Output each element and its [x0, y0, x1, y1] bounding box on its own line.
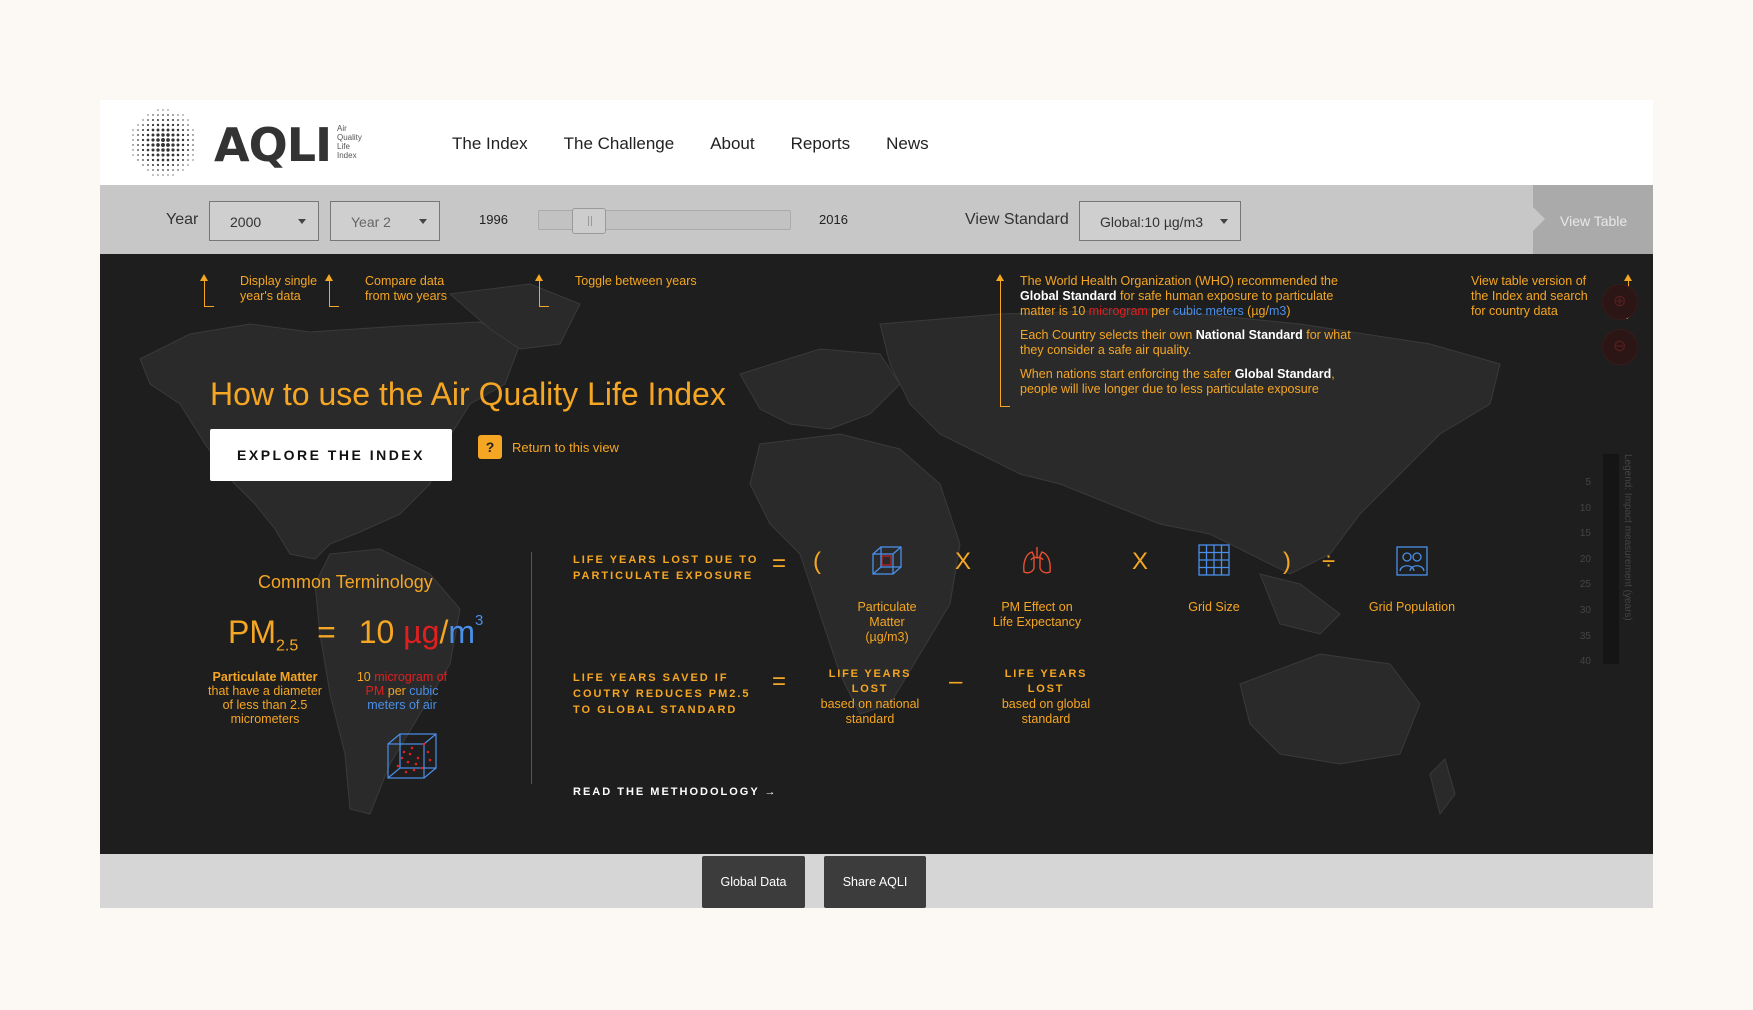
year-toggle-slider[interactable] [538, 208, 791, 234]
chevron-down-icon [419, 219, 427, 224]
footer-bar: Global Data Share AQLI [100, 854, 1653, 908]
tip-single-year: Display single year's data [240, 274, 318, 303]
nav-the-challenge[interactable]: The Challenge [564, 134, 675, 154]
particulate-cube-icon [387, 733, 437, 779]
global-data-button[interactable]: Global Data [702, 856, 805, 908]
page-title: How to use the Air Quality Life Index [210, 376, 726, 412]
grid-icon [1198, 544, 1230, 576]
site-header: AQLI Air Quality Life Index The Index The C… [100, 100, 1653, 185]
multiply-sign: X [955, 548, 972, 575]
year-label: Year [166, 211, 199, 228]
year-select[interactable]: 2000 [209, 201, 319, 241]
open-paren: ( [813, 548, 821, 575]
legend-title: Legend: Impact measurement (years) [1622, 454, 1633, 621]
tip-arrow-icon [996, 274, 1010, 407]
aqli-logo[interactable]: AQLI Air Quality Life Index [124, 106, 364, 180]
tip-arrow-icon [535, 274, 549, 307]
section-divider [531, 552, 532, 784]
pm-equation: PM2.5 = 10 µg/m3 [228, 612, 484, 655]
standard-select[interactable]: Global:10 µg/m3 [1079, 201, 1241, 241]
pm-effect-caption: PM Effect on Life Expectancy [992, 600, 1082, 629]
terminology-title: Common Terminology [258, 572, 433, 592]
tip-toggle-years: Toggle between years [575, 274, 697, 288]
legend-scale: 5 10 15 20 25 30 35 40 [1579, 477, 1591, 668]
zoom-out-icon: ⊖ [1613, 338, 1627, 355]
grid-population-caption: Grid Population [1368, 600, 1456, 614]
nav-about[interactable]: About [710, 134, 754, 154]
standard-select-value: Global:10 µg/m3 [1100, 214, 1204, 230]
zoom-in-icon: ⊕ [1613, 293, 1627, 310]
grid-size-caption: Grid Size [1188, 600, 1240, 614]
chevron-down-icon [1220, 219, 1228, 224]
chevron-down-icon [298, 219, 306, 224]
multiply-sign: X [1132, 548, 1149, 575]
lost-global-caption: LIFE YEARS LOST based on global standard [1001, 668, 1091, 726]
minus-sign: – [949, 668, 963, 695]
pm-definition: Particulate Matter that have a diameter … [208, 670, 322, 726]
tip-compare-years: Compare data from two years [365, 274, 447, 303]
divide-sign: ÷ [1322, 548, 1336, 575]
explore-index-button[interactable]: EXPLORE THE INDEX [210, 429, 452, 481]
logo-wordmark: AQLI [214, 118, 332, 172]
year2-select-value: Year 2 [351, 214, 391, 230]
nav-reports[interactable]: Reports [791, 134, 851, 154]
slider-handle[interactable] [572, 208, 606, 234]
return-to-view-link[interactable]: Return to this view [512, 440, 619, 455]
life-years-saved-label: LIFE YEARS SAVED IF COUTRY REDUCES PM2.5 T… [573, 672, 751, 716]
read-methodology-link[interactable]: READ THE METHODOLOGY → [573, 786, 778, 798]
view-table-button[interactable]: View Table [1533, 185, 1653, 254]
close-paren: ) [1283, 548, 1291, 575]
lost-national-caption: LIFE YEARS LOST based on national standard [820, 668, 920, 726]
tip-who-standard: The World Health Organization (WHO) reco… [1020, 274, 1351, 396]
equals-sign: = [772, 668, 787, 695]
particulate-matter-icon [872, 546, 902, 575]
life-years-lost-label: LIFE YEARS LOST DUE TO PARTICULATE EXPOSU… [573, 554, 759, 582]
tip-view-table: View table version of the Index and searc… [1471, 274, 1588, 318]
help-icon[interactable]: ? [478, 435, 502, 459]
nav-news[interactable]: News [886, 134, 929, 154]
year-select-value: 2000 [230, 214, 262, 230]
particulate-matter-caption: Particulate Matter (µg/m3) [857, 600, 917, 644]
unit-definition: 10 microgram of PM per cubic meters of a… [356, 670, 448, 712]
zoom-out-button[interactable]: ⊖ [1602, 329, 1638, 365]
main-nav: The Index The Challenge About Reports Ne… [452, 134, 929, 154]
legend-color-bar [1603, 454, 1619, 664]
globe-dots-icon [132, 109, 194, 176]
control-bar: Year 2000 Year 2 1996 2016 View Standard… [100, 185, 1653, 254]
lungs-icon [1023, 547, 1051, 574]
slider-end-year: 2016 [819, 212, 848, 227]
slider-start-year: 1996 [479, 212, 508, 227]
zoom-in-button[interactable]: ⊕ [1602, 284, 1638, 320]
year2-select[interactable]: Year 2 [330, 201, 440, 241]
logo-subtitle: Air Quality Life Index [337, 124, 362, 160]
tip-arrow-icon [200, 274, 214, 307]
population-icon [1396, 546, 1428, 576]
view-standard-label: View Standard [965, 211, 1069, 228]
tip-arrow-icon [325, 274, 339, 307]
equals-sign: = [772, 550, 787, 577]
tutorial-overlay: Display single year's data Compare data fr… [100, 254, 1653, 854]
share-aqli-button[interactable]: Share AQLI [824, 856, 926, 908]
app-frame: AQLI Air Quality Life Index The Index The C… [100, 100, 1653, 908]
nav-the-index[interactable]: The Index [452, 134, 528, 154]
